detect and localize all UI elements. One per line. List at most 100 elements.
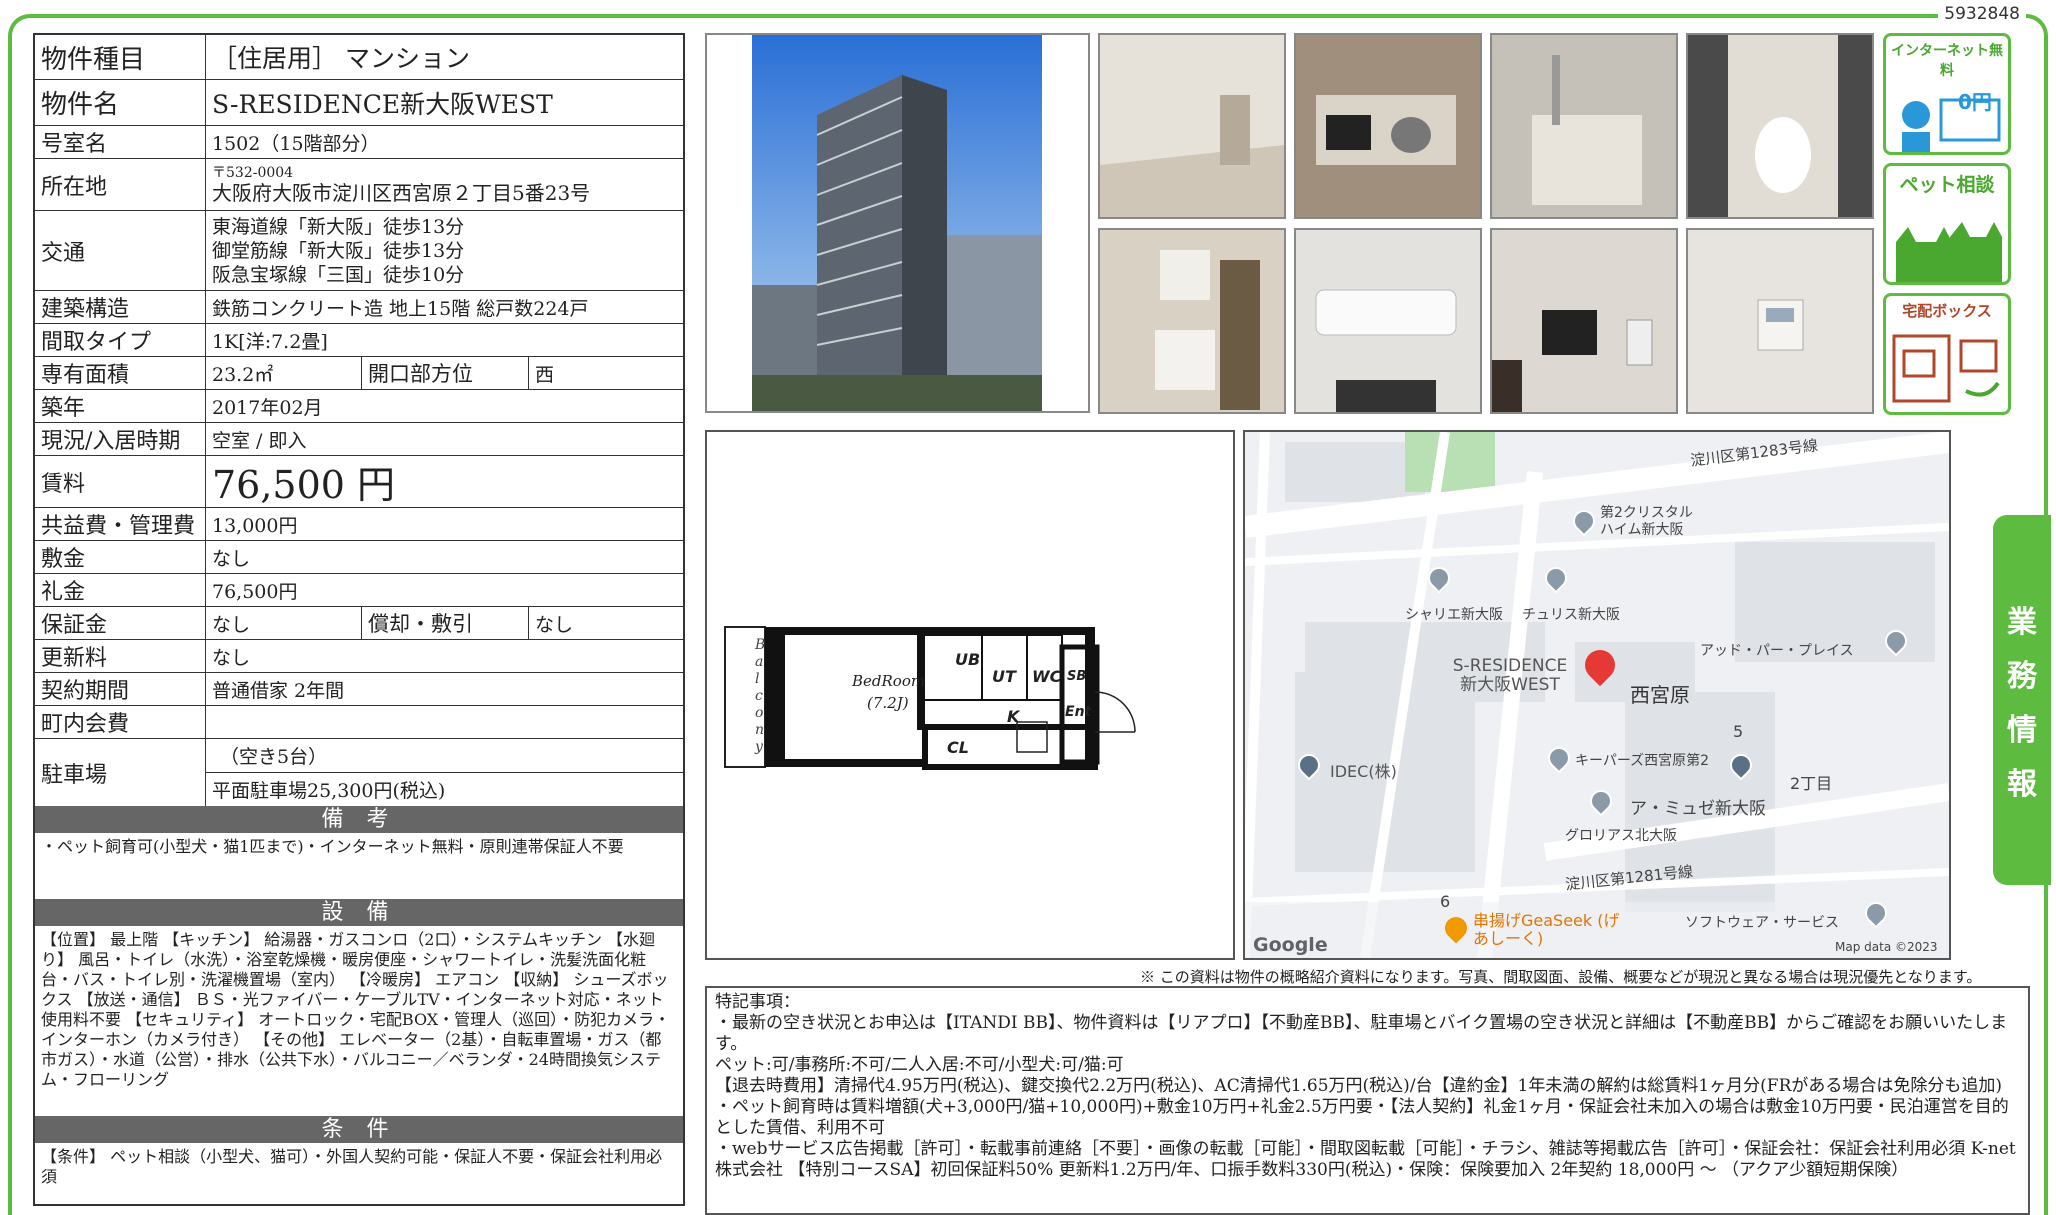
side-tab-char: 情 [2007, 713, 2037, 748]
panel-photo [1686, 228, 1874, 414]
special-notes-title: 特記事項： [715, 992, 800, 1012]
delivery-box-label: 宅配ボックス [1902, 302, 1992, 320]
special-notes-line: ペット:可/事務所:不可/二人入居:不可/小型犬:可/猫:可 [715, 1055, 1124, 1075]
place-a-musee: ア・ミュゼ新大阪 [1630, 799, 1766, 819]
amort-value: なし [528, 607, 683, 639]
property-table: 物件種目 ［住居用］ マンション 物件名 S-RESIDENCE新大阪WEST 号室… [33, 33, 685, 1206]
notes-section-title: 備 考 [33, 806, 685, 833]
structure-value: 鉄筋コンクリート造 地上15階 総戸数224戸 [212, 297, 589, 320]
k-label: K [1007, 707, 1020, 726]
postal-code: 〒532-0004 [212, 164, 294, 181]
renewal-value: なし [212, 646, 251, 669]
town-fee-value [206, 706, 683, 738]
zero-yen-label: 0円 [1958, 90, 1992, 114]
wc-label: WC [1032, 667, 1062, 686]
guarantee-label: 保証金 [35, 607, 206, 639]
google-logo: Google [1253, 934, 1328, 956]
document-id: 5932848 [1938, 4, 2026, 24]
special-notes: 特記事項： ・最新の空き状況とお申込は【ITANDI BB】、物件資料は【リアプ… [705, 986, 2030, 1215]
bathroom-photo [1490, 33, 1678, 219]
place-keepers: キーパーズ西宮原第2 [1575, 753, 1710, 769]
place-add-pa-place: アッド・パー・プレイス [1700, 643, 1854, 659]
ut-label: UT [992, 667, 1016, 686]
facing-value: 西 [528, 357, 683, 389]
ub-label: UB [955, 650, 981, 669]
access-line: 東海道線「新大阪」徒歩13分 [212, 215, 465, 238]
place-crystal-heim: 第2クリスタル ハイム新大阪 [1600, 505, 1693, 538]
structure-label: 建築構造 [35, 291, 206, 323]
room-value: 1502（15階部分） [212, 132, 380, 155]
special-notes-line: ・最新の空き状況とお申込は【ITANDI BB】、物件資料は【リアプロ】【不動産… [715, 1013, 2008, 1054]
status-label: 現況/入居時期 [35, 423, 206, 455]
balcony-label: Balcony [755, 637, 766, 755]
internet-free-badge: インターネット無料 0円 [1883, 33, 2011, 155]
built-value: 2017年02月 [212, 396, 323, 419]
special-notes-line: ・webサービス広告掲載［許可］・転載事前連絡［不要］・画像の転載［可能］・間取… [715, 1139, 2016, 1180]
amort-label: 償却・敷引 [361, 607, 528, 639]
built-label: 築年 [35, 390, 206, 422]
area-value: 23.2㎡ [212, 363, 274, 386]
place-geaseek: 串揚げGeaSeek (げあしーく) [1473, 911, 1620, 948]
room-photo [1098, 33, 1286, 219]
parking-value: 平面駐車場25,300円(税込) [212, 779, 446, 802]
side-tab-char: 業 [2007, 605, 2037, 640]
ent-label: Ent [1065, 704, 1092, 720]
building-photo [705, 33, 1090, 413]
status-value: 空室 / 即入 [212, 429, 307, 452]
contract-label: 契約期間 [35, 673, 206, 705]
access-line: 御堂筋線「新大阪」徒歩13分 [212, 239, 465, 262]
place-churis: チュリス新大阪 [1522, 607, 1620, 623]
floor-plan: Balcony BedRoom (7.2J) UB UT WC SB K Ent… [705, 430, 1235, 960]
pet-consult-badge: ペット相談 [1883, 163, 2011, 285]
notes-text: ・ペット飼育可(小型犬・猫1匹まで)・インターネット無料・原則連帯保証人不要 [33, 833, 685, 899]
map-block-6: 6 [1440, 892, 1451, 911]
cl-label: CL [947, 738, 969, 757]
place-software-service: ソフトウェア・サービス [1685, 915, 1839, 931]
internet-free-label: インターネット無料 [1891, 43, 2003, 79]
rent-label: 賃料 [35, 456, 206, 507]
bedroom-label: BedRoom [852, 672, 926, 690]
layout-label: 間取タイプ [35, 324, 206, 356]
business-info-tab[interactable]: 業 務 情 報 [1993, 515, 2051, 885]
special-notes-line: 【退去時費用】清掃代4.95万円(税込)、鍵交換代2.2万円(税込)、AC清掃代… [715, 1076, 2009, 1138]
disclaimer-note: ※ この資料は物件の概略紹介資料になります。写真、間取図面、設備、概要などが現況… [1140, 968, 1982, 986]
guarantee-value: なし [212, 613, 251, 636]
parking-label: 駐車場 [35, 739, 206, 806]
facing-label: 開口部方位 [361, 357, 528, 389]
conditions-section-title: 条 件 [33, 1116, 685, 1143]
place-idec: IDEC(株) [1330, 762, 1397, 781]
type-label: 物件種目 [35, 35, 206, 79]
rent-value: 76,500 円 [212, 463, 396, 507]
equipment-section-title: 設 備 [33, 899, 685, 926]
renewal-label: 更新料 [35, 640, 206, 672]
side-tab-char: 務 [2007, 659, 2037, 694]
place-shariee: シャリエ新大阪 [1405, 607, 1503, 623]
key-money-label: 礼金 [35, 574, 206, 606]
contract-value: 普通借家 2年間 [212, 679, 345, 702]
town-fee-label: 町内会費 [35, 706, 206, 738]
sb-label: SB [1067, 669, 1087, 684]
washroom-photo [1098, 228, 1286, 414]
address-label: 所在地 [35, 159, 206, 210]
kitchen-photo [1294, 33, 1482, 219]
pet-consult-label: ペット相談 [1899, 174, 1995, 196]
name-label: 物件名 [35, 80, 206, 125]
place-s-residence: S-RESIDENCE 新大阪WEST [1452, 656, 1568, 695]
equipment-text: 【位置】 最上階 【キッチン】 給湯器・ガスコンロ（2口）・システムキッチン 【… [33, 926, 685, 1116]
side-tab-char: 報 [2007, 767, 2037, 802]
area-nishimiyahara: 西宮原 [1630, 683, 1690, 707]
intercom-photo [1490, 228, 1678, 414]
type-value: ［住居用］ マンション [212, 44, 470, 73]
aircon-photo [1294, 228, 1482, 414]
map-data-credit: Map data ©2023 [1835, 940, 1938, 954]
location-map: 淀川区第1283号線 淀川区第1281号線 第2クリスタル ハイム新大阪 シャリ… [1243, 430, 1951, 960]
mgmt-value: 13,000円 [212, 514, 298, 537]
mgmt-label: 共益費・管理費 [35, 508, 206, 540]
bedroom-size: (7.2J) [867, 694, 909, 712]
area-2chome: 2丁目 [1790, 774, 1833, 793]
delivery-box-badge: 宅配ボックス [1883, 293, 2011, 415]
room-label: 号室名 [35, 126, 206, 158]
map-block-5: 5 [1733, 722, 1744, 741]
area-label: 専有面積 [35, 357, 206, 389]
access-label: 交通 [35, 211, 206, 290]
